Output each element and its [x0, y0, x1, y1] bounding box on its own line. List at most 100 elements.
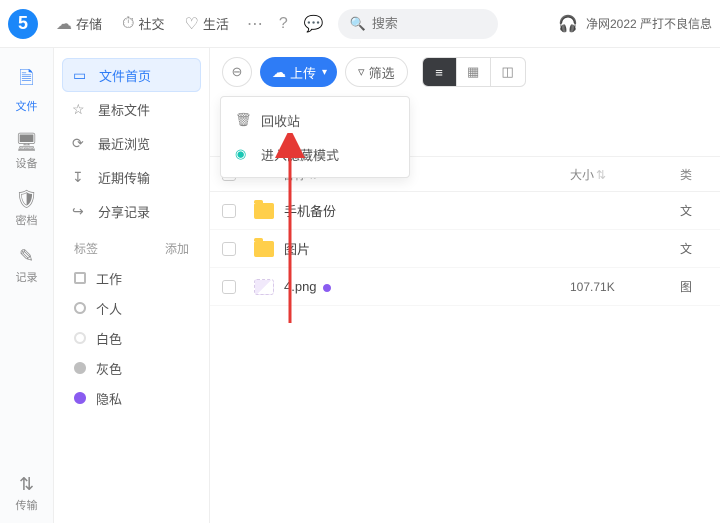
top-tab-storage[interactable]: ☁存储 — [46, 0, 112, 48]
file-type: 文 — [680, 240, 708, 257]
sidebar-item-home[interactable]: ▭文件首页 — [62, 58, 201, 92]
top-tab-life[interactable]: ♡生活 — [175, 0, 239, 48]
grid-icon: ▦ — [467, 64, 479, 80]
add-tag-button[interactable]: 添加 — [165, 240, 189, 257]
pencil-icon: ✎ — [0, 246, 53, 267]
device-icon: 🖥 — [0, 132, 53, 153]
rail-transfer[interactable]: ⇅传输 — [0, 466, 53, 523]
tag-label: 隐私 — [96, 389, 122, 408]
tag-label: 白色 — [96, 329, 122, 348]
row-checkbox[interactable] — [222, 242, 236, 256]
rail-records[interactable]: ✎记录 — [0, 238, 53, 295]
tag-color-icon — [74, 362, 86, 374]
file-type: 文 — [680, 202, 708, 219]
sidebar-item-recent[interactable]: ⟳ 最近浏览 — [62, 126, 201, 160]
file-type: 图 — [680, 278, 708, 295]
column-size[interactable]: 大小⇅ — [570, 166, 680, 183]
list-icon: ≡ — [435, 65, 443, 80]
sort-icon: ⇅ — [596, 168, 606, 182]
column-type[interactable]: 类 — [680, 166, 708, 183]
dropdown-recycle-bin[interactable]: 🗑 回收站 — [221, 103, 409, 137]
sidebar-item-share[interactable]: ↪ 分享记录 — [62, 194, 201, 228]
help-icon[interactable]: ? — [271, 15, 296, 33]
main-area: ⊖ ☁ 上传 ▾ ▿ 筛选 ≡ ▦ ◫ 🗑 回收站 ◉ 进入隐藏模式 — [210, 48, 720, 523]
file-name: 4.png — [284, 279, 570, 294]
history-icon: ⟳ — [72, 135, 90, 152]
tag-color-icon — [74, 332, 86, 344]
file-size: 107.71K — [570, 280, 680, 294]
sidebar-item-transfer[interactable]: ↧ 近期传输 — [62, 160, 201, 194]
tag-gray[interactable]: 灰色 — [62, 353, 201, 383]
more-menu-button[interactable]: ⊖ — [222, 57, 252, 87]
view-column-button[interactable]: ◫ — [491, 58, 525, 86]
rail-files[interactable]: 🗎 文件 — [0, 58, 53, 124]
top-tab-label: 生活 — [203, 14, 229, 33]
tag-personal[interactable]: 个人 — [62, 293, 201, 323]
tag-dot-icon — [323, 284, 331, 292]
sidebar-label: 文件首页 — [99, 66, 151, 85]
shield-icon: 🛡 — [0, 189, 53, 210]
upload-button[interactable]: ☁ 上传 ▾ — [260, 57, 337, 87]
sidebar-item-starred[interactable]: ☆ 星标文件 — [62, 92, 201, 126]
chevron-down-icon: ▾ — [322, 67, 327, 78]
left-rail: 🗎 文件 🖥设备 🛡 密档 ✎记录 ⇅传输 — [0, 48, 54, 523]
trash-icon: 🗑 — [235, 112, 253, 128]
download-icon: ↧ — [72, 169, 90, 186]
notice-text: 净网2022 严打不良信息 — [586, 15, 712, 32]
sidebar-label: 星标文件 — [98, 100, 150, 119]
filter-button[interactable]: ▿ 筛选 — [345, 57, 408, 87]
tag-label: 工作 — [96, 269, 122, 288]
heart-icon: ♡ — [185, 14, 199, 34]
tag-label: 灰色 — [96, 359, 122, 378]
table-row[interactable]: 4.png 107.71K 图 — [210, 268, 720, 306]
tag-color-icon — [74, 272, 86, 284]
folder-icon — [254, 241, 274, 257]
headset-icon: 🎧 — [558, 14, 578, 34]
view-list-button[interactable]: ≡ — [423, 58, 457, 86]
rail-secret[interactable]: 🛡 密档 — [0, 181, 53, 238]
table-row[interactable]: 图片 文 — [210, 230, 720, 268]
top-tab-label: 存储 — [76, 14, 102, 33]
file-icon: 🗎 — [0, 66, 53, 96]
notice-bar: 🎧 净网2022 严打不良信息 — [558, 14, 712, 34]
row-checkbox[interactable] — [222, 280, 236, 294]
tag-color-icon — [74, 302, 86, 314]
sidebar: ▭文件首页 ☆ 星标文件 ⟳ 最近浏览 ↧ 近期传输 ↪ 分享记录 标签 添加 工作 个… — [54, 48, 210, 523]
clock-icon: ⏱ — [122, 15, 134, 33]
dropdown-label: 回收站 — [261, 111, 300, 130]
dropdown-label: 进入隐藏模式 — [261, 145, 339, 164]
share-icon: ↪ — [72, 203, 90, 220]
tag-white[interactable]: 白色 — [62, 323, 201, 353]
more-dropdown: 🗑 回收站 ◉ 进入隐藏模式 — [220, 96, 410, 178]
view-switch: ≡ ▦ ◫ — [422, 57, 526, 87]
cloud-upload-icon: ☁ — [272, 64, 286, 81]
table-row[interactable]: 手机备份 文 — [210, 192, 720, 230]
rail-label: 文件 — [16, 101, 38, 113]
view-grid-button[interactable]: ▦ — [457, 58, 491, 86]
funnel-icon: ▿ — [358, 64, 365, 80]
row-checkbox[interactable] — [222, 204, 236, 218]
top-tab-social[interactable]: ⏱ 社交 — [112, 0, 175, 48]
rail-devices[interactable]: 🖥设备 — [0, 124, 53, 181]
tag-private[interactable]: 隐私 — [62, 383, 201, 413]
tags-title: 标签 — [74, 240, 98, 257]
sidebar-label: 分享记录 — [98, 202, 150, 221]
more-icon[interactable]: ⋯ — [239, 14, 271, 34]
sidebar-label: 近期传输 — [98, 168, 150, 187]
star-icon: ☆ — [72, 101, 90, 118]
rail-label: 密档 — [16, 215, 38, 227]
sidebar-label: 最近浏览 — [98, 134, 150, 153]
dropdown-hidden-mode[interactable]: ◉ 进入隐藏模式 — [221, 137, 409, 171]
tag-work[interactable]: 工作 — [62, 263, 201, 293]
transfer-icon: ⇅ — [0, 474, 53, 495]
toolbar: ⊖ ☁ 上传 ▾ ▿ 筛选 ≡ ▦ ◫ — [210, 48, 720, 96]
search-box[interactable]: 🔍 — [338, 9, 498, 39]
search-input[interactable] — [372, 16, 486, 31]
ellipsis-icon: ⊖ — [232, 64, 243, 80]
top-tab-label: 社交 — [139, 14, 165, 33]
eye-icon: ◉ — [235, 146, 253, 162]
filter-label: 筛选 — [369, 63, 395, 82]
file-name: 手机备份 — [284, 201, 570, 220]
search-icon: 🔍 — [350, 16, 366, 32]
chat-icon[interactable]: 💬 — [296, 14, 332, 34]
